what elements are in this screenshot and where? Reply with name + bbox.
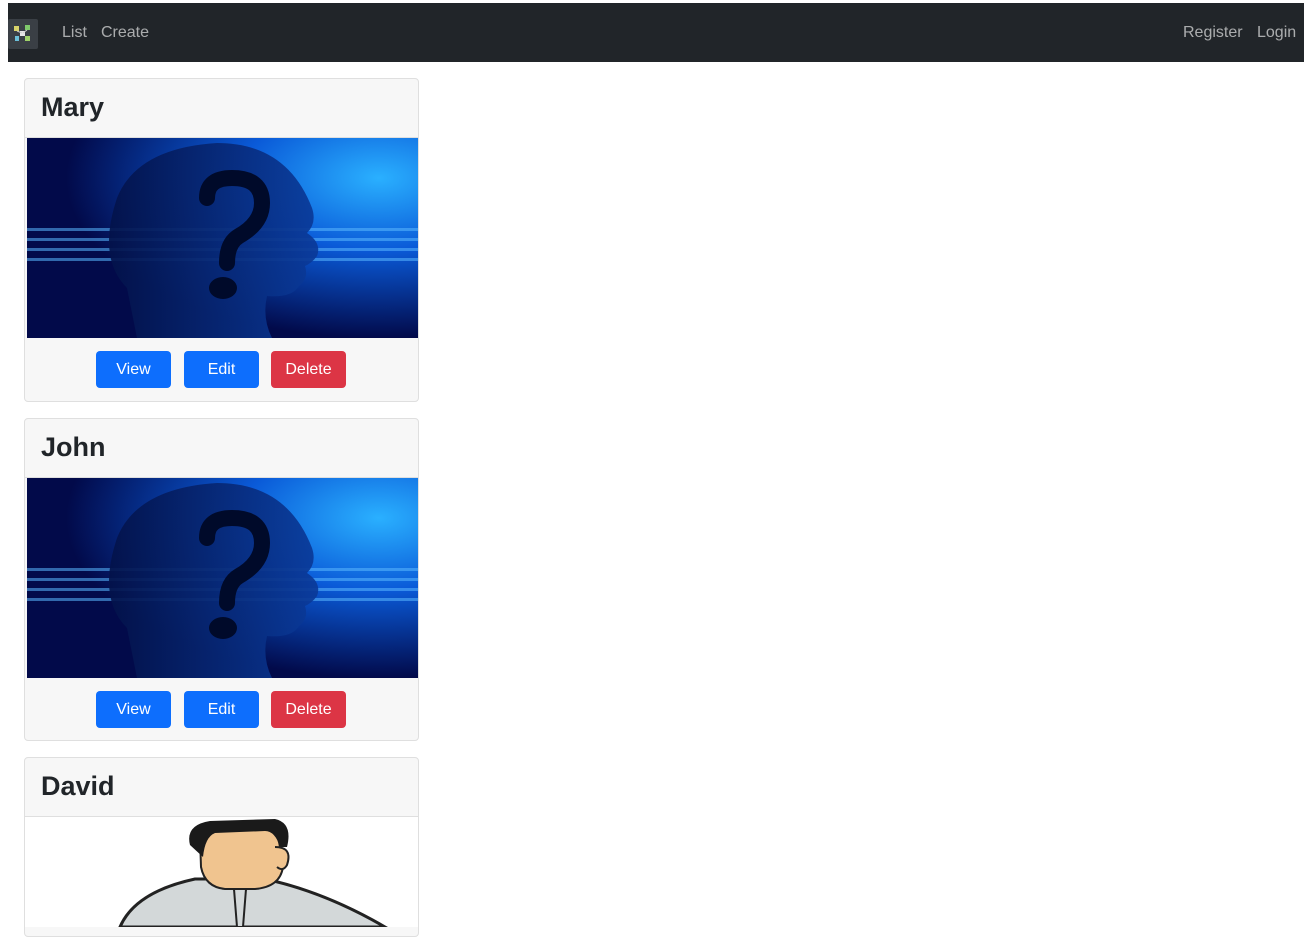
delete-button[interactable]: Delete [271, 351, 346, 388]
brand-logo[interactable] [8, 19, 38, 49]
person-name: Mary [41, 92, 105, 122]
businessman-image [25, 817, 418, 927]
app-logo-icon [14, 25, 30, 41]
question-head-image [27, 138, 418, 338]
person-name: David [41, 771, 115, 801]
card-footer: View Edit Delete [25, 338, 418, 400]
edit-button[interactable]: Edit [184, 351, 259, 388]
navbar: List Create Register Login [8, 3, 1304, 62]
person-name: John [41, 432, 106, 462]
card-header: Mary [25, 79, 418, 138]
card-header: John [25, 419, 418, 478]
question-head-image [27, 478, 418, 678]
edit-button[interactable]: Edit [184, 691, 259, 728]
nav-link-list[interactable]: List [62, 23, 87, 43]
person-card: John View Edit Delete [24, 418, 419, 741]
nav-link-login[interactable]: Login [1257, 23, 1296, 43]
person-card: David [24, 757, 419, 937]
nav-link-create[interactable]: Create [101, 23, 149, 43]
card-header: David [25, 758, 418, 817]
card-footer: View Edit Delete [25, 678, 418, 740]
delete-button[interactable]: Delete [271, 691, 346, 728]
nav-link-register[interactable]: Register [1183, 23, 1243, 43]
view-button[interactable]: View [96, 351, 171, 388]
view-button[interactable]: View [96, 691, 171, 728]
person-card: Mary View Edit Delete [24, 78, 419, 402]
